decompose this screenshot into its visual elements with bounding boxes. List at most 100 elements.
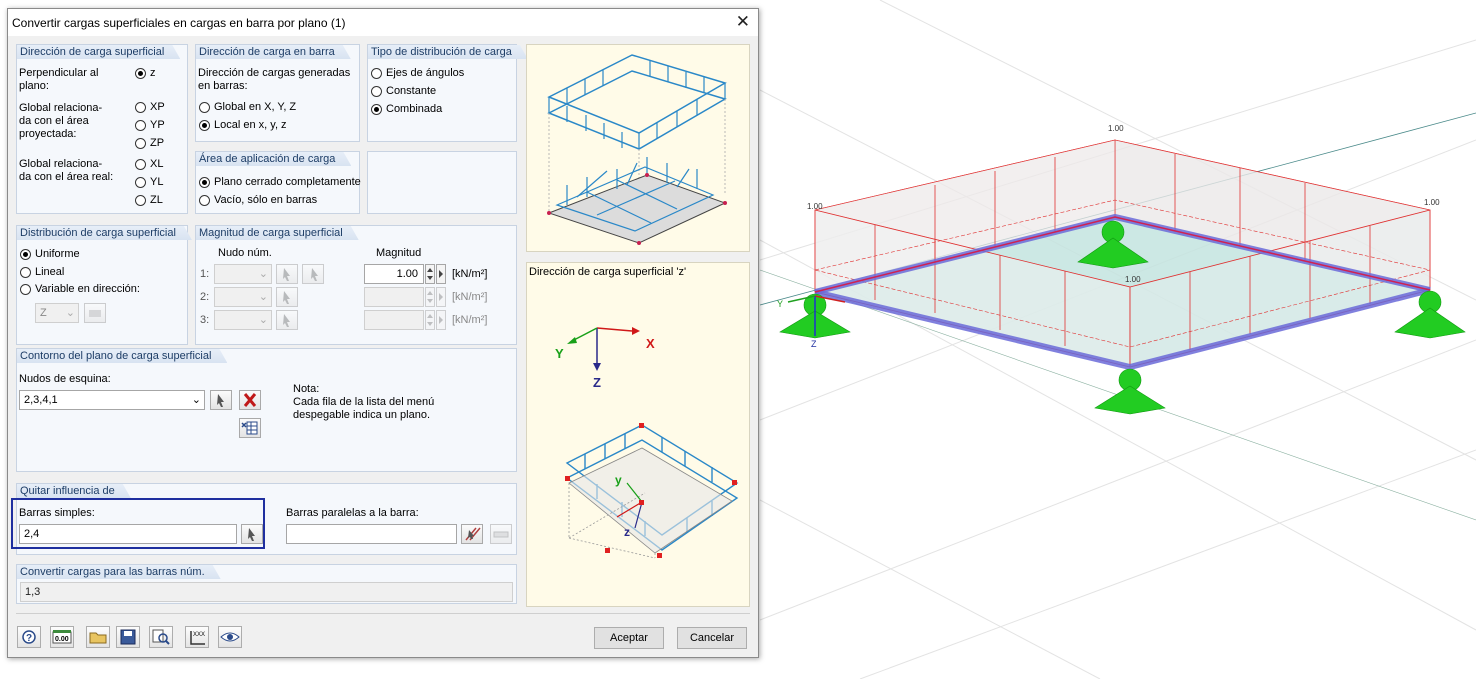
svg-text:?: ? — [26, 633, 32, 644]
corner-nodes-label: Nudos de esquina: — [19, 373, 111, 385]
preview-axis-x: X — [646, 336, 655, 351]
pick-parallel-icon — [465, 527, 481, 541]
member-direction-desc: Dirección de cargas generadas en barras: — [198, 67, 351, 92]
radio-variable[interactable] — [20, 284, 31, 295]
folder-icon — [89, 632, 107, 644]
magnitude-3-spinner[interactable] — [425, 310, 435, 330]
radio-closed-plane-label: Plano cerrado completamente — [214, 176, 361, 188]
delete-row-button[interactable] — [239, 390, 261, 410]
axes-button[interactable]: XXX — [185, 626, 209, 648]
radio-xl[interactable] — [135, 159, 146, 170]
close-icon[interactable]: ✕ — [736, 12, 750, 32]
parallel-members-label: Barras paralelas a la barra: — [286, 507, 419, 519]
application-area-panel: Área de aplicación de carga Plano cerrad… — [195, 151, 361, 214]
axis-y-label: Y — [777, 299, 783, 309]
pick-node-1-button[interactable] — [276, 264, 298, 284]
load-value-label: 1.00 — [807, 202, 823, 211]
variable-direction-button[interactable] — [84, 303, 106, 323]
magnifier-icon — [152, 629, 170, 645]
magnitude-2-menu[interactable] — [436, 287, 446, 307]
note-title: Nota: — [293, 383, 320, 395]
pick-corner-nodes-button[interactable] — [210, 390, 232, 410]
table-icon — [241, 421, 258, 435]
table-edit-button[interactable] — [239, 418, 261, 438]
note-text: Cada fila de la lista del menú despegabl… — [293, 396, 435, 421]
parallel-options-button[interactable] — [490, 524, 512, 544]
chevron-down-icon: ⌄ — [258, 314, 268, 326]
member-direction-panel: Dirección de carga en barra Dirección de… — [195, 44, 360, 142]
units-button[interactable]: 0.00 — [50, 626, 74, 648]
axis-z-label: Z — [811, 339, 817, 349]
help-icon: ? — [22, 630, 36, 644]
magnitude-3-input[interactable] — [364, 310, 424, 330]
surface-distribution-panel: Distribución de carga superficial Unifor… — [16, 225, 188, 345]
radio-local-xyz[interactable] — [199, 120, 210, 131]
magnitude-1-menu[interactable] — [436, 264, 446, 284]
dialog-title: Convertir cargas superficiales en cargas… — [12, 16, 346, 30]
arrow-right-icon — [439, 316, 443, 324]
radio-xp-label: XP — [150, 101, 165, 113]
visibility-button[interactable] — [218, 626, 242, 648]
save-button[interactable] — [116, 626, 140, 648]
magnitude-3-unit: [kN/m²] — [452, 314, 488, 326]
help-button[interactable]: ? — [17, 626, 41, 648]
cancel-button[interactable]: Cancelar — [677, 627, 747, 649]
magnitude-1-spinner[interactable] — [425, 264, 435, 284]
contour-panel: Contorno del plano de carga superficial … — [16, 348, 517, 472]
global-real-label: Global relaciona- da con el área real: — [19, 158, 114, 183]
corner-nodes-select[interactable]: 2,3,4,1 ⌄ — [19, 390, 205, 410]
remove-influence-header: Quitar influencia de — [17, 484, 131, 498]
pick-three-nodes-button[interactable] — [302, 264, 324, 284]
accept-button[interactable]: Aceptar — [594, 627, 664, 649]
chevron-down-icon: ⌄ — [191, 394, 201, 406]
radio-xp[interactable] — [135, 102, 146, 113]
node-1-select[interactable]: ⌄ — [214, 264, 272, 284]
spinner-icon — [427, 268, 433, 280]
radio-uniform-label: Uniforme — [35, 248, 80, 260]
radio-variable-label: Variable en dirección: — [35, 283, 140, 295]
magnitude-3-menu[interactable] — [436, 310, 446, 330]
radio-angle-axes[interactable] — [371, 68, 382, 79]
radio-constant-label: Constante — [386, 85, 437, 97]
parallel-members-input[interactable] — [286, 524, 457, 544]
variable-direction-select[interactable]: Z ⌄ — [35, 303, 79, 323]
highlight-frame — [11, 498, 265, 549]
pick-node-3-button[interactable] — [276, 310, 298, 330]
radio-linear[interactable] — [20, 267, 31, 278]
view-details-button[interactable] — [149, 626, 173, 648]
radio-combined[interactable] — [371, 104, 382, 115]
member-icon — [493, 531, 509, 538]
radio-global-xyz[interactable] — [199, 102, 210, 113]
arrow-right-icon — [439, 293, 443, 301]
radio-zp[interactable] — [135, 138, 146, 149]
radio-yp[interactable] — [135, 120, 146, 131]
chevron-down-icon: ⌄ — [258, 291, 268, 303]
radio-zl[interactable] — [135, 195, 146, 206]
radio-uniform[interactable] — [20, 249, 31, 260]
row-2-label: 2: — [200, 291, 210, 303]
node-3-select[interactable]: ⌄ — [214, 310, 272, 330]
radio-yl[interactable] — [135, 177, 146, 188]
chevron-down-icon: ⌄ — [258, 268, 268, 280]
direction-icon — [89, 310, 101, 317]
radio-constant[interactable] — [371, 86, 382, 97]
pick-parallel-members-button[interactable] — [461, 524, 483, 544]
pick-node-2-button[interactable] — [276, 287, 298, 307]
radio-closed-plane[interactable] — [199, 177, 210, 188]
direction-preview-image — [565, 327, 739, 559]
magnitude-1-input[interactable]: 1.00 — [364, 264, 424, 284]
spinner-icon — [427, 314, 433, 326]
convert-members-header: Convertir cargas para las barras núm. — [17, 565, 221, 579]
radio-perpendicular-z[interactable] — [135, 68, 146, 79]
open-button[interactable] — [86, 626, 110, 648]
magnitude-2-spinner[interactable] — [425, 287, 435, 307]
radio-xl-label: XL — [150, 158, 164, 170]
radio-zp-label: ZP — [150, 137, 165, 149]
node-2-select[interactable]: ⌄ — [214, 287, 272, 307]
radio-linear-label: Lineal — [35, 266, 65, 278]
radio-void-members[interactable] — [199, 195, 210, 206]
axes-icon: XXX — [190, 631, 205, 645]
distribution-type-panel: Tipo de distribución de carga Ejes de án… — [367, 44, 517, 142]
arrow-right-icon — [439, 270, 443, 278]
magnitude-2-input[interactable] — [364, 287, 424, 307]
